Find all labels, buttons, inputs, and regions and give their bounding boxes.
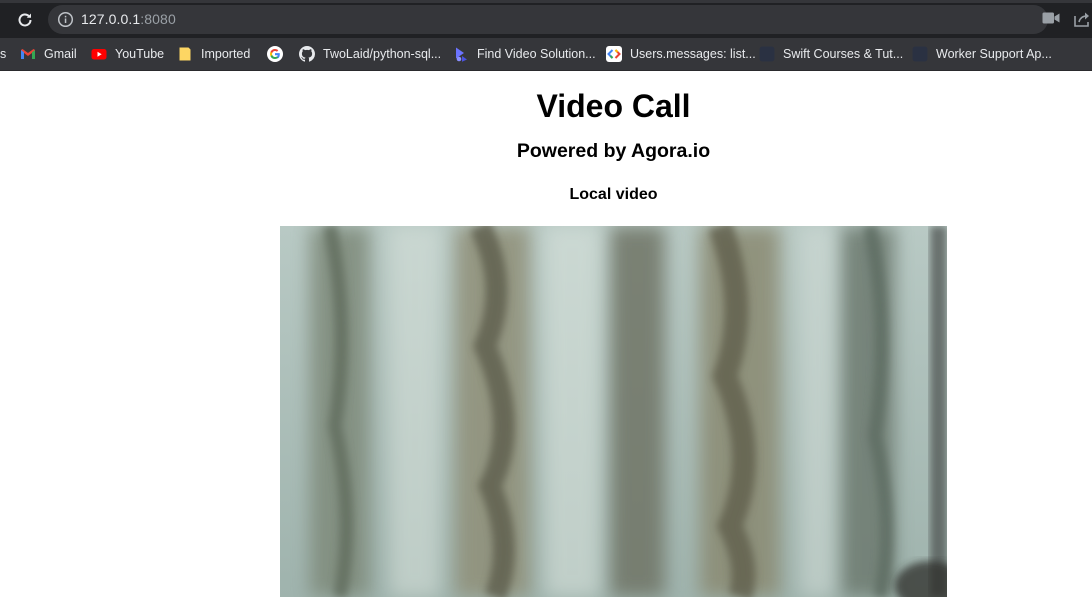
- share-icon[interactable]: [1073, 10, 1091, 28]
- bookmark-swift-courses[interactable]: Swift Courses & Tut...: [759, 38, 903, 70]
- bookmark-label: Users.messages: list...: [630, 47, 756, 61]
- gmail-icon: [21, 49, 35, 59]
- url-host: 127.0.0.1: [81, 11, 141, 27]
- site-icon: [759, 46, 775, 62]
- page-title: Video Call: [536, 88, 691, 124]
- bookmark-find-video-solution[interactable]: Find Video Solution...: [453, 38, 596, 70]
- bookmark-worker-support[interactable]: Worker Support Ap...: [912, 38, 1052, 70]
- bookmarks-bar: s Gmail YouTube Imported TwoLaid/python-…: [0, 38, 1092, 71]
- youtube-icon: [91, 49, 107, 60]
- site-icon: [912, 46, 928, 62]
- bookmark-apps-partial[interactable]: s: [0, 38, 6, 70]
- url-port: :8080: [140, 11, 176, 27]
- page-subtitle: Powered by Agora.io: [516, 140, 711, 162]
- camera-icon[interactable]: [1042, 11, 1060, 25]
- bookmark-label: TwoLaid/python-sql...: [323, 47, 442, 61]
- reload-icon[interactable]: [14, 9, 36, 31]
- bookmark-imported[interactable]: Imported: [177, 38, 250, 70]
- bookmark-label: s: [0, 47, 7, 61]
- github-icon: [299, 46, 315, 62]
- bookmark-label: Find Video Solution...: [477, 47, 596, 61]
- bookmark-label: Swift Courses & Tut...: [783, 47, 904, 61]
- bookmark-google[interactable]: [267, 38, 291, 70]
- bookmark-label: Gmail: [44, 47, 77, 61]
- google-developers-icon: [606, 46, 622, 62]
- bookmark-gmail[interactable]: Gmail: [20, 38, 77, 70]
- url-text[interactable]: 127.0.0.1:8080: [81, 11, 176, 27]
- local-video-stream: [280, 226, 947, 597]
- address-bar[interactable]: 127.0.0.1:8080: [48, 5, 1048, 34]
- info-icon[interactable]: [57, 11, 74, 28]
- google-icon: [267, 46, 283, 62]
- video-frame-image: [280, 226, 947, 597]
- bookmark-label: YouTube: [115, 47, 165, 61]
- tab-strip-edge: [0, 0, 1092, 3]
- bookmark-youtube[interactable]: YouTube: [91, 38, 164, 70]
- local-video-label: Local video: [569, 186, 658, 203]
- bookmark-users-messages[interactable]: Users.messages: list...: [606, 38, 756, 70]
- bookmark-label: Imported: [201, 47, 251, 61]
- bookmark-label: Worker Support Ap...: [936, 47, 1052, 61]
- browser-toolbar: 127.0.0.1:8080: [0, 0, 1092, 38]
- video-solution-icon: [456, 47, 467, 62]
- folder-icon: [179, 47, 191, 61]
- bookmark-github-repo[interactable]: TwoLaid/python-sql...: [299, 38, 441, 70]
